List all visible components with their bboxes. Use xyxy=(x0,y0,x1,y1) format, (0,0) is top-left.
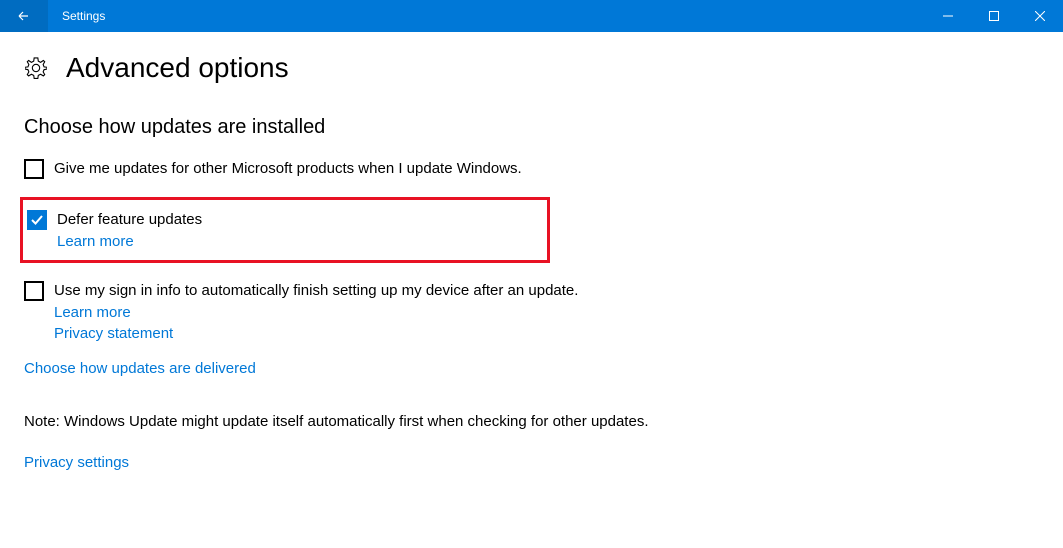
content-area: Advanced options Choose how updates are … xyxy=(0,32,1063,509)
maximize-button[interactable] xyxy=(971,0,1017,32)
highlighted-defer-updates: Defer feature updates Learn more xyxy=(20,197,550,263)
checkmark-icon xyxy=(30,213,44,227)
section-title: Choose how updates are installed xyxy=(24,116,1039,139)
option-microsoft-products: Give me updates for other Microsoft prod… xyxy=(24,159,1039,179)
back-button[interactable] xyxy=(0,0,48,32)
label-defer-updates: Defer feature updates xyxy=(57,210,202,230)
page-title: Advanced options xyxy=(66,52,289,84)
link-updates-delivered[interactable]: Choose how updates are delivered xyxy=(24,360,1039,377)
label-signin-info: Use my sign in info to automatically fin… xyxy=(54,281,578,301)
maximize-icon xyxy=(989,11,999,21)
arrow-left-icon xyxy=(16,8,32,24)
titlebar: Settings xyxy=(0,0,1063,32)
checkbox-microsoft-products[interactable] xyxy=(24,159,44,179)
close-button[interactable] xyxy=(1017,0,1063,32)
minimize-button[interactable] xyxy=(925,0,971,32)
option-defer-updates: Defer feature updates Learn more xyxy=(27,210,539,250)
close-icon xyxy=(1035,11,1045,21)
sublink-block: Privacy statement xyxy=(54,325,1039,342)
link-privacy-settings[interactable]: Privacy settings xyxy=(24,454,1039,471)
gear-icon xyxy=(24,56,48,80)
label-microsoft-products: Give me updates for other Microsoft prod… xyxy=(54,159,522,179)
minimize-icon xyxy=(943,11,953,21)
link-privacy-statement[interactable]: Privacy statement xyxy=(54,325,1039,342)
note-text: Note: Windows Update might update itself… xyxy=(24,413,1039,430)
checkbox-defer-updates[interactable] xyxy=(27,210,47,230)
option-signin-info: Use my sign in info to automatically fin… xyxy=(24,281,1039,321)
link-defer-learn-more[interactable]: Learn more xyxy=(57,233,202,250)
checkbox-signin-info[interactable] xyxy=(24,281,44,301)
window-controls xyxy=(925,0,1063,32)
link-signin-learn-more[interactable]: Learn more xyxy=(54,304,578,321)
window-title: Settings xyxy=(48,9,925,23)
page-header: Advanced options xyxy=(24,52,1039,84)
